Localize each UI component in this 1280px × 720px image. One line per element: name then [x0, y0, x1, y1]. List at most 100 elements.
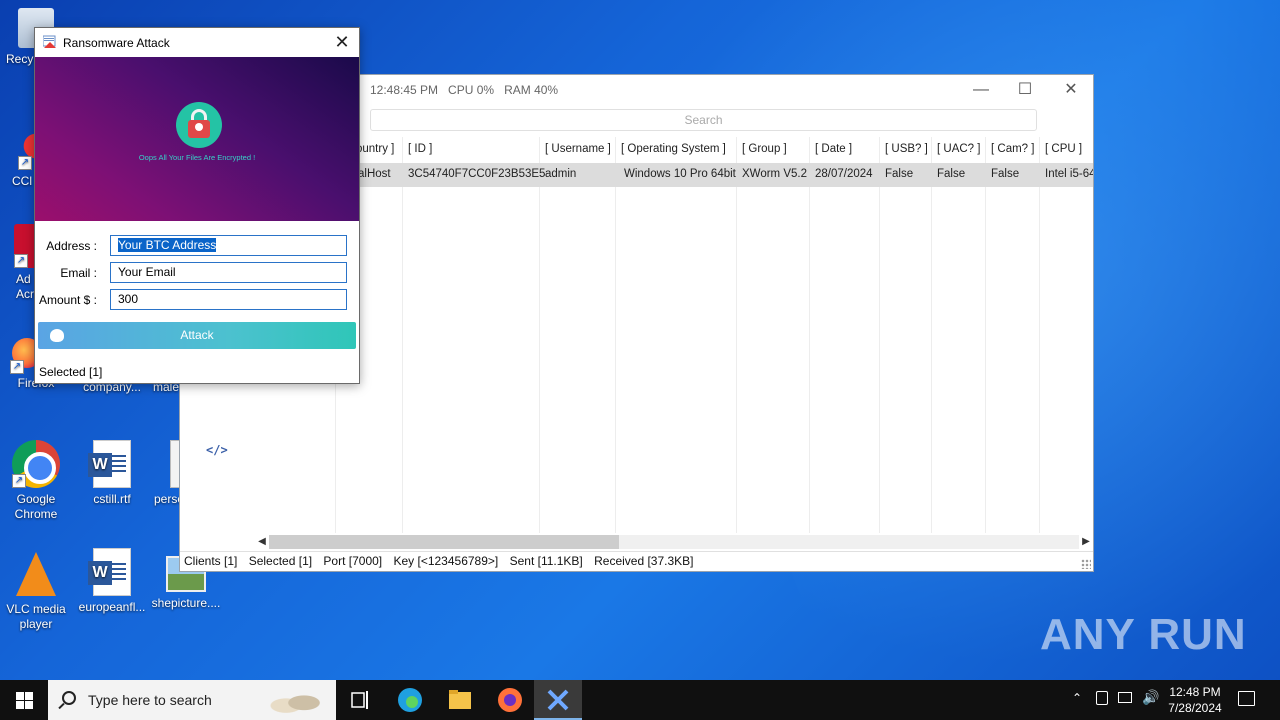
column-divider — [615, 137, 616, 533]
column-header-cpu[interactable]: [ CPU ] — [1045, 143, 1082, 155]
scrollbar-thumb[interactable] — [269, 535, 619, 549]
banner-message: Oops All Your Files Are Encrypted ! — [138, 153, 256, 162]
system-stats: 12:48:45 PM CPU 0% RAM 40% — [370, 83, 559, 97]
scroll-right-icon[interactable]: ▶ — [1079, 533, 1093, 551]
column-divider — [931, 137, 932, 533]
task-view-icon — [351, 691, 368, 709]
file-explorer-taskbar-button[interactable] — [436, 680, 484, 720]
skull-icon — [50, 329, 64, 342]
volume-icon[interactable]: 🔊 — [1142, 689, 1159, 706]
shortcut-arrow-icon: ↗ — [18, 156, 32, 170]
column-header-id[interactable]: [ ID ] — [408, 143, 432, 155]
desktop-icon-label: Google Chrome — [14, 492, 58, 521]
status-received: Received [37.3KB] — [594, 554, 694, 568]
status-bar: Clients [1] Selected [1] Port [7000] Key… — [180, 551, 1093, 571]
start-button[interactable] — [0, 680, 48, 720]
word-document-icon — [88, 440, 131, 488]
system-tray: ⌃ 🔊 — [1068, 680, 1160, 720]
desktop-icon-chrome[interactable]: ↗ Google Chrome — [0, 440, 72, 522]
shortcut-arrow-icon: ↗ — [14, 254, 28, 268]
windows-logo-icon — [16, 692, 24, 700]
status-clients: Clients [1] — [184, 554, 238, 568]
cell-cpu: Intel i5-64 — [1045, 168, 1093, 180]
resize-grip-icon[interactable] — [1081, 559, 1091, 569]
dialog-title-bar[interactable]: Ransomware Attack ✕ — [35, 28, 359, 57]
task-view-button[interactable] — [336, 680, 384, 720]
cell-date: 28/07/2024 — [815, 168, 873, 180]
word-document-icon — [88, 548, 131, 596]
cell-os: Windows 10 Pro 64bit — [624, 168, 736, 180]
taskbar-clock[interactable]: 12:48 PM 7/28/2024 — [1160, 684, 1230, 716]
network-icon[interactable] — [1118, 692, 1132, 703]
ransom-banner: Oops All Your Files Are Encrypted ! — [35, 57, 359, 221]
anyrun-watermark: ANY RUN — [1040, 610, 1247, 659]
desktop-icon-label: shepicture.... — [151, 596, 221, 610]
column-header-country[interactable]: ountry ] — [356, 143, 394, 155]
column-header-cam[interactable]: [ Cam? ] — [991, 143, 1034, 155]
shortcut-arrow-icon: ↗ — [10, 360, 24, 374]
meet-now-icon[interactable] — [1096, 691, 1108, 705]
maximize-button[interactable]: ☐ — [1007, 79, 1043, 101]
taskbar: Type here to search ⌃ 🔊 12:48 PM 7/28/20… — [0, 680, 1280, 720]
chrome-icon: ↗ — [12, 440, 60, 488]
cell-cam: False — [991, 168, 1020, 180]
cell-country: alHost — [358, 168, 391, 180]
horizontal-scrollbar[interactable]: ◀ ▶ — [255, 533, 1093, 551]
btc-address-input[interactable]: Your BTC Address — [110, 235, 347, 256]
edge-taskbar-button[interactable] — [386, 680, 434, 720]
search-icon — [62, 691, 76, 705]
column-header-date[interactable]: [ Date ] — [815, 143, 852, 155]
dialog-title: Ransomware Attack — [63, 36, 170, 50]
amount-row: Amount $ : 300 — [35, 289, 359, 311]
column-header-group[interactable]: [ Group ] — [742, 143, 787, 155]
desktop-icon-europeanfl[interactable]: europeanfl... — [76, 548, 148, 615]
vlc-icon — [16, 552, 56, 596]
attack-button-label: Attack — [180, 328, 214, 342]
windows-logo-icon — [25, 701, 33, 709]
cell-uac: False — [937, 168, 966, 180]
chevron-up-icon[interactable]: ⌃ — [1072, 691, 1082, 705]
email-label: Email : — [60, 266, 97, 280]
xworm-icon — [547, 689, 569, 711]
taskbar-search-placeholder: Type here to search — [88, 692, 212, 708]
notification-icon[interactable] — [1238, 691, 1255, 706]
column-header-username[interactable]: [ Username ] — [545, 143, 611, 155]
close-icon[interactable]: ✕ — [329, 30, 355, 54]
table-row[interactable]: alHost 3C54740F7CC0F23B53E5 admin Window… — [335, 163, 1093, 187]
firefox-taskbar-button[interactable] — [486, 680, 534, 720]
column-divider — [1039, 137, 1040, 533]
minimize-button[interactable]: — — [963, 79, 999, 101]
selected-text: Your BTC Address — [118, 238, 217, 252]
folder-icon — [449, 690, 471, 709]
taskbar-search-input[interactable]: Type here to search — [48, 680, 336, 720]
firefox-icon — [498, 688, 522, 712]
column-divider — [879, 137, 880, 533]
search-highlight-image — [268, 686, 328, 714]
column-divider — [809, 137, 810, 533]
address-row: Address : Your BTC Address — [35, 235, 359, 257]
status-selected: Selected [1] — [248, 554, 313, 568]
status-key: Key [<123456789>] — [393, 554, 499, 568]
address-label: Address : — [46, 239, 97, 253]
ransomware-attack-dialog[interactable]: Ransomware Attack ✕ Oops All Your Files … — [34, 27, 360, 384]
desktop-icon-label: europeanfl... — [78, 600, 146, 614]
desktop-icon-cstill[interactable]: cstill.rtf — [76, 440, 148, 507]
lock-icon — [176, 102, 222, 148]
app-icon — [43, 35, 56, 48]
code-icon[interactable]: </> — [206, 443, 228, 457]
xworm-taskbar-button[interactable] — [534, 680, 582, 720]
email-input[interactable]: Your Email — [110, 262, 347, 283]
column-divider — [539, 137, 540, 533]
column-header-uac[interactable]: [ UAC? ] — [937, 143, 980, 155]
status-sent: Sent [11.1KB] — [509, 554, 583, 568]
desktop-icon-vlc[interactable]: VLC media player — [0, 548, 72, 632]
amount-input[interactable]: 300 — [110, 289, 347, 310]
column-header-os[interactable]: [ Operating System ] — [621, 143, 726, 155]
scroll-left-icon[interactable]: ◀ — [255, 533, 269, 551]
close-button[interactable]: ✕ — [1053, 79, 1089, 101]
amount-label: Amount $ : — [38, 293, 97, 307]
email-row: Email : Your Email — [35, 262, 359, 284]
attack-button[interactable]: Attack — [38, 322, 356, 349]
search-input[interactable]: Search — [370, 109, 1037, 131]
column-header-usb[interactable]: [ USB? ] — [885, 143, 928, 155]
